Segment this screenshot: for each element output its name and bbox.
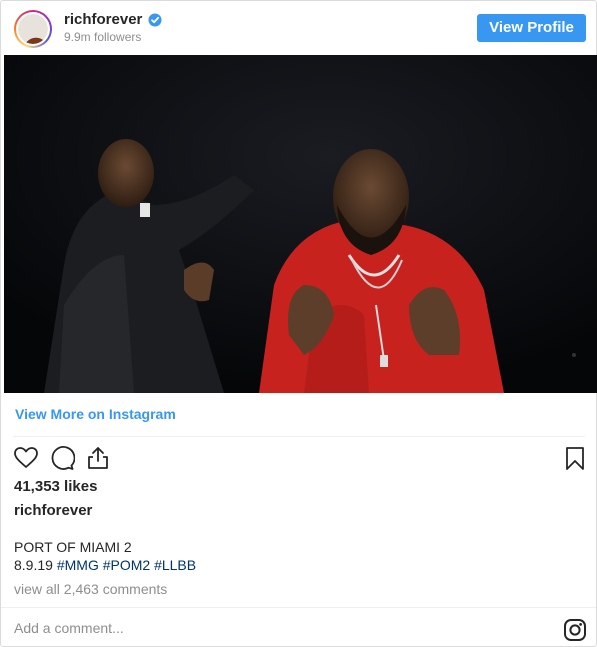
comment-icon[interactable] xyxy=(49,445,75,471)
hashtag-link[interactable]: #POM2 xyxy=(103,557,150,573)
instagram-embed: richforever 9.9m followers View Profile xyxy=(0,0,597,647)
share-icon[interactable] xyxy=(85,445,111,471)
caption-date: 8.9.19 xyxy=(14,557,53,573)
divider xyxy=(13,436,585,437)
avatar-photo xyxy=(18,14,48,44)
avatar[interactable] xyxy=(14,10,52,48)
view-comments-link[interactable]: view all 2,463 comments xyxy=(14,581,167,597)
view-more-link[interactable]: View More on Instagram xyxy=(15,406,176,422)
divider xyxy=(1,607,596,608)
hashtag-link[interactable]: #MMG xyxy=(57,557,99,573)
heart-icon[interactable] xyxy=(13,445,39,471)
caption-title: PORT OF MIAMI 2 xyxy=(14,539,132,555)
hashtag-link[interactable]: #LLBB xyxy=(154,557,196,573)
view-profile-button[interactable]: View Profile xyxy=(477,14,586,42)
comment-input[interactable]: Add a comment... xyxy=(14,620,124,636)
likes-count[interactable]: 41,353 likes xyxy=(14,478,97,495)
bookmark-icon[interactable] xyxy=(562,445,588,471)
post-photo xyxy=(4,55,597,393)
post-image[interactable] xyxy=(4,55,597,393)
caption-username[interactable]: richforever xyxy=(14,502,92,519)
instagram-icon[interactable] xyxy=(563,618,587,642)
verified-badge-icon xyxy=(148,13,162,27)
avatar-image xyxy=(16,12,50,46)
username[interactable]: richforever xyxy=(64,11,142,28)
caption-line: 8.9.19 #MMG #POM2 #LLBB xyxy=(14,557,196,573)
followers-count: 9.9m followers xyxy=(64,30,142,44)
post-header: richforever 9.9m followers View Profile xyxy=(1,1,596,55)
